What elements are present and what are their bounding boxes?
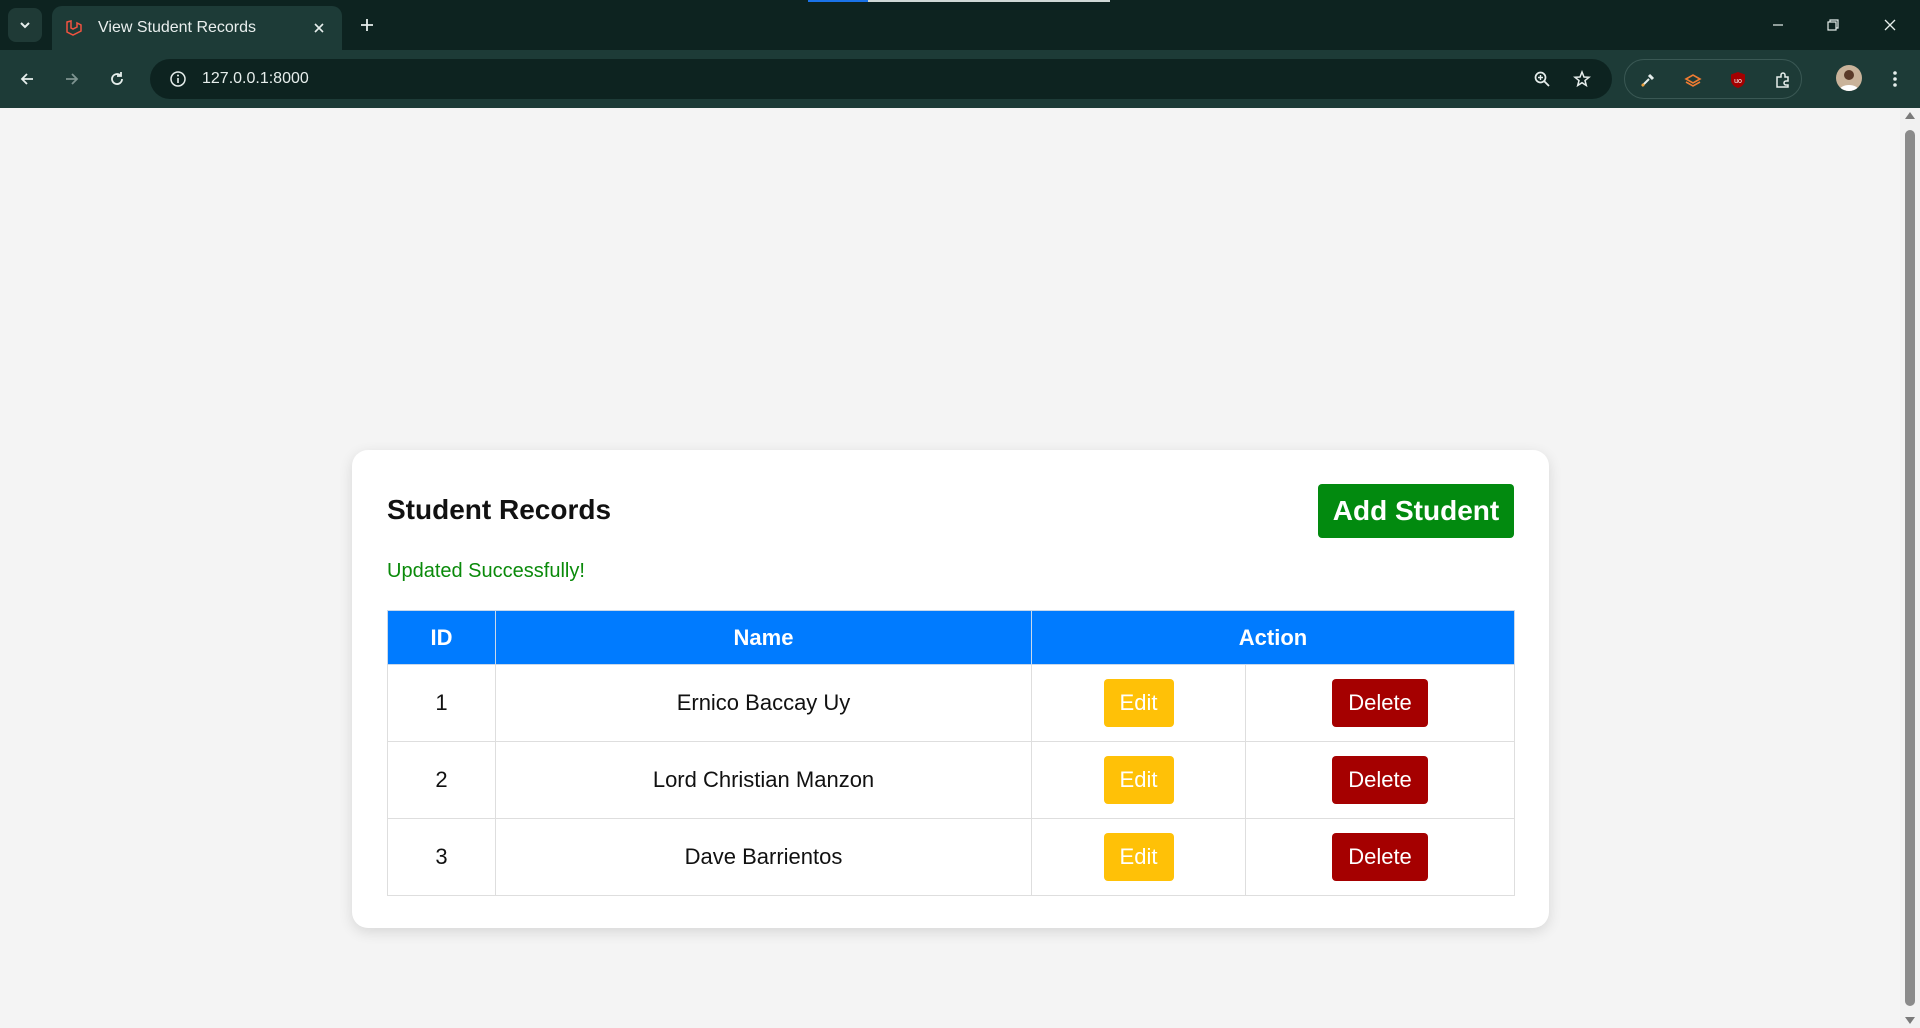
scroll-down-icon[interactable]: [1905, 1017, 1915, 1024]
active-tab[interactable]: View Student Records: [52, 6, 342, 50]
cell-name: Dave Barrientos: [495, 818, 1032, 896]
extensions-group: uo: [1624, 59, 1802, 99]
cell-id: 2: [387, 741, 496, 819]
address-bar[interactable]: 127.0.0.1:8000: [150, 59, 1612, 99]
delete-button[interactable]: Delete: [1332, 679, 1428, 727]
layers-icon[interactable]: [1683, 70, 1703, 90]
scrollbar-thumb[interactable]: [1905, 130, 1915, 1006]
header-id: ID: [387, 610, 496, 665]
delete-button[interactable]: Delete: [1332, 756, 1428, 804]
arrow-right-icon: [66, 73, 79, 85]
table-row: 3 Dave Barrientos Edit Delete: [387, 818, 1515, 896]
cell-delete: Delete: [1245, 741, 1515, 819]
delete-button[interactable]: Delete: [1332, 833, 1428, 881]
forward-button[interactable]: [55, 62, 89, 96]
cell-delete: Delete: [1245, 664, 1515, 742]
minimize-icon: [1773, 24, 1783, 26]
laravel-icon: [64, 17, 86, 39]
url-text[interactable]: 127.0.0.1:8000: [202, 70, 309, 88]
records-card: Student Records Add Student Updated Succ…: [352, 450, 1549, 928]
restore-button[interactable]: [1813, 8, 1853, 42]
plus-icon: [361, 19, 373, 31]
restore-icon: [1827, 19, 1839, 31]
page-viewport: Student Records Add Student Updated Succ…: [0, 108, 1900, 1028]
tab-title: View Student Records: [98, 19, 257, 36]
table-header-row: ID Name Action: [387, 610, 1515, 665]
cell-id: 3: [387, 818, 496, 896]
arrow-left-icon: [20, 73, 33, 85]
ublock-icon[interactable]: uo: [1728, 70, 1748, 90]
minimize-button[interactable]: [1758, 8, 1798, 42]
close-window-button[interactable]: [1870, 8, 1910, 42]
scroll-up-icon[interactable]: [1905, 112, 1915, 119]
page-scrollbar[interactable]: [1900, 108, 1920, 1028]
cell-delete: Delete: [1245, 818, 1515, 896]
table-row: 1 Ernico Baccay Uy Edit Delete: [387, 664, 1515, 742]
star-icon[interactable]: [1572, 69, 1592, 89]
add-student-button[interactable]: Add Student: [1318, 484, 1514, 538]
success-message: Updated Successfully!: [387, 560, 585, 582]
loading-indicator: [808, 0, 868, 2]
more-vertical-icon: [1893, 71, 1897, 87]
cell-edit: Edit: [1031, 818, 1246, 896]
cell-name: Lord Christian Manzon: [495, 741, 1032, 819]
header-action: Action: [1031, 610, 1515, 665]
reload-icon: [111, 72, 123, 85]
close-icon[interactable]: [308, 17, 330, 39]
header-name: Name: [495, 610, 1032, 665]
reload-button[interactable]: [100, 62, 134, 96]
cell-id: 1: [387, 664, 496, 742]
browser-toolbar: 127.0.0.1:8000 uo: [0, 50, 1920, 108]
profile-avatar[interactable]: [1836, 65, 1862, 91]
page-title: Student Records: [387, 494, 612, 525]
cell-name: Ernico Baccay Uy: [495, 664, 1032, 742]
close-icon: [1884, 19, 1896, 31]
eyedropper-icon[interactable]: [1638, 70, 1658, 90]
zoom-icon[interactable]: [1532, 69, 1552, 89]
info-icon[interactable]: [158, 59, 198, 99]
tab-search-button[interactable]: [8, 8, 42, 42]
cell-edit: Edit: [1031, 664, 1246, 742]
puzzle-icon[interactable]: [1773, 70, 1793, 90]
chevron-down-icon: [20, 22, 30, 29]
cell-edit: Edit: [1031, 741, 1246, 819]
edit-button[interactable]: Edit: [1103, 756, 1174, 804]
student-records-table: ID Name Action 1 Ernico Baccay Uy Edit D…: [387, 610, 1515, 896]
svg-text:uo: uo: [1734, 78, 1742, 85]
new-tab-button[interactable]: [352, 10, 382, 40]
back-button[interactable]: [10, 62, 44, 96]
edit-button[interactable]: Edit: [1103, 833, 1174, 881]
table-row: 2 Lord Christian Manzon Edit Delete: [387, 741, 1515, 819]
loading-track: [868, 0, 1110, 2]
browser-menu-button[interactable]: [1880, 62, 1910, 96]
browser-tab-strip: View Student Records: [0, 0, 1920, 50]
edit-button[interactable]: Edit: [1103, 679, 1174, 727]
